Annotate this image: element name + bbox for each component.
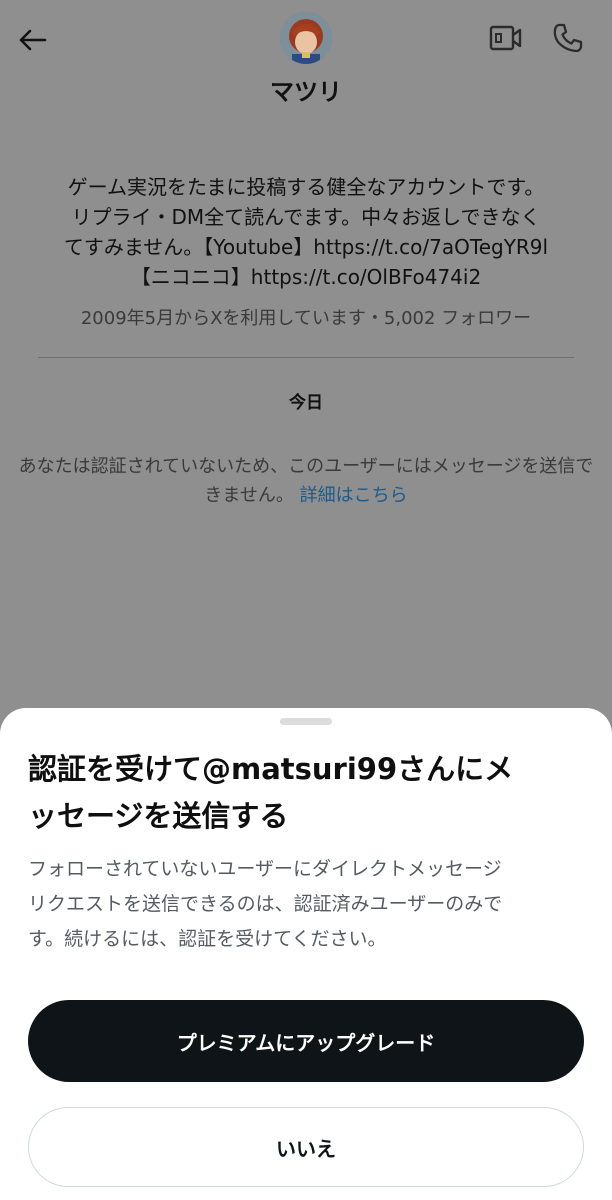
sheet-title: 認証を受けて@matsuri99さんにメ ッセージを送信する: [28, 746, 588, 840]
sheet-title-line: 認証を受けて@matsuri99さんにメ: [28, 752, 514, 786]
upgrade-to-premium-button[interactable]: プレミアムにアップグレード: [28, 1000, 584, 1082]
sheet-title-line: ッセージを送信する: [28, 799, 289, 833]
verification-bottom-sheet: 認証を受けて@matsuri99さんにメ ッセージを送信する フォローされていな…: [0, 708, 612, 1200]
divider: [38, 357, 574, 358]
profile-bio: ゲーム実況をたまに投稿する健全なアカウントです。 リプライ・DM全て読んでます。…: [30, 172, 582, 292]
sheet-description-line: フォローされていないユーザーにダイレクトメッセージ: [28, 858, 502, 880]
sheet-description-line: リクエストを送信できるのは、認証済みユーザーのみで: [28, 893, 503, 915]
voice-call-button[interactable]: [548, 18, 588, 58]
sheet-description: フォローされていないユーザーにダイレクトメッセージ リクエストを送信できるのは、…: [28, 852, 588, 957]
sheet-drag-handle[interactable]: [280, 718, 332, 725]
avatar-image: [280, 12, 332, 64]
sheet-description-line: す。続けるには、認証を受けてください。: [28, 928, 387, 950]
arrow-left-icon: [19, 29, 47, 51]
bio-line: ゲーム実況をたまに投稿する健全なアカウントです。: [67, 175, 545, 199]
bio-line: リプライ・DM全て読んでます。中々お返しできなく: [71, 205, 541, 229]
video-camera-icon: [489, 25, 522, 51]
profile-meta: 2009年5月からXを利用しています・5,002 フォロワー: [80, 308, 532, 329]
phone-icon: [553, 23, 583, 53]
video-call-button[interactable]: [486, 20, 526, 56]
bio-line: 【ニコニコ】https://t.co/OlBFo474i2: [130, 265, 482, 289]
display-name: マツリ: [270, 78, 342, 106]
decline-button-label: いいえ: [276, 1136, 336, 1161]
conversation-header: マツリ: [0, 0, 612, 110]
learn-more-link[interactable]: 詳細はこちら: [300, 485, 408, 506]
day-separator: 今日: [289, 393, 323, 413]
decline-button[interactable]: いいえ: [28, 1107, 584, 1187]
bio-line: てすみません。【Youtube】https://t.co/7aOTegYR9l: [63, 235, 549, 259]
cannot-message-notice: あなたは認証されていないため、このユーザーにはメッセージを送信できません。 詳細…: [16, 452, 596, 510]
upgrade-button-label: プレミアムにアップグレード: [176, 1030, 436, 1055]
back-button[interactable]: [14, 22, 50, 58]
avatar[interactable]: [280, 12, 332, 64]
